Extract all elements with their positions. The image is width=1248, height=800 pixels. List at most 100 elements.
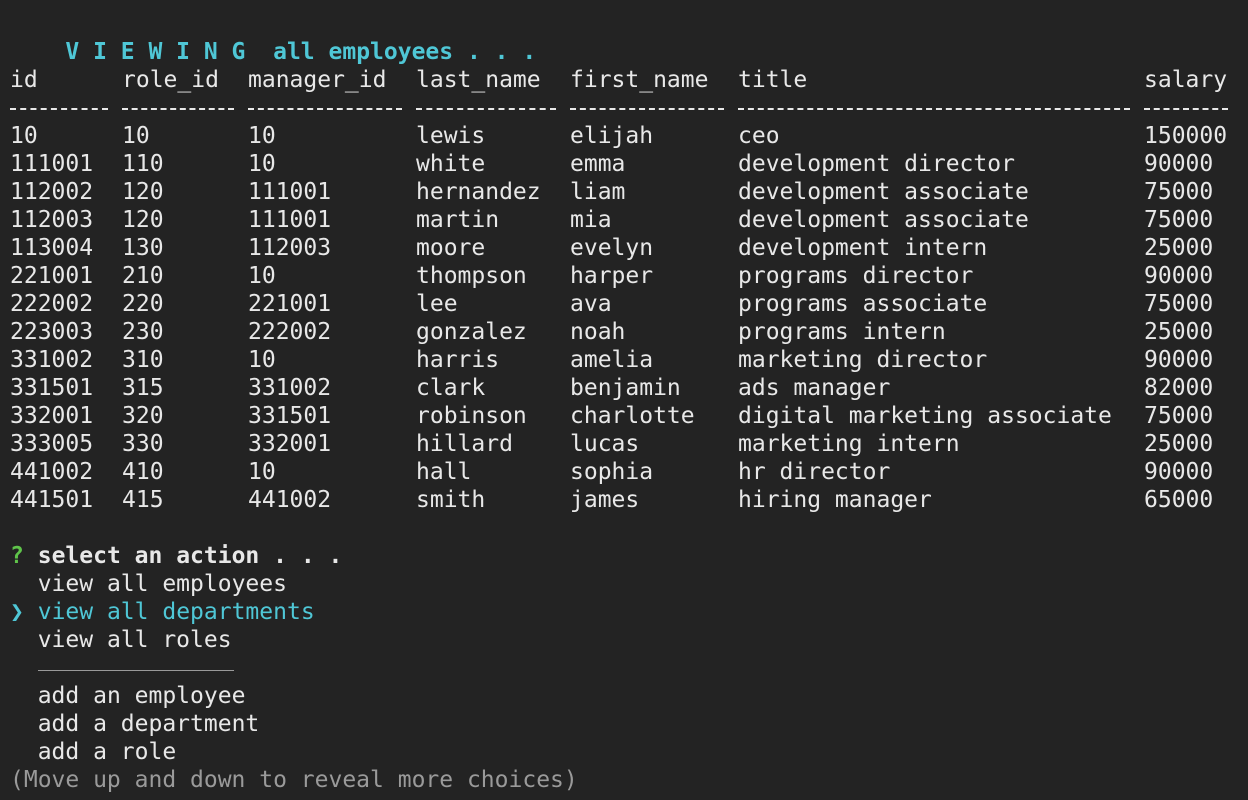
table-row: 112003 120 111001 martin mia development asso… bbox=[10, 206, 1228, 234]
cell-salary: 82000 bbox=[1144, 375, 1214, 401]
cell-id: 10 bbox=[10, 123, 38, 149]
cell-manager-id: 222002 bbox=[248, 319, 332, 345]
cell-last-name: hall bbox=[416, 459, 472, 485]
cell-role-id: 220 bbox=[122, 291, 164, 317]
column-header-last-name: last_name bbox=[416, 67, 541, 93]
menu-item-add-a-department[interactable]: add a department bbox=[10, 710, 578, 738]
column-header-salary: salary bbox=[1144, 67, 1228, 93]
prompt-question: select an action . . . bbox=[37, 543, 343, 569]
cell-salary: 25000 bbox=[1144, 319, 1214, 345]
menu-item-view-all-roles[interactable]: view all roles bbox=[10, 626, 578, 654]
cell-last-name: martin bbox=[416, 207, 500, 233]
menu-item-label: add a role bbox=[37, 739, 177, 765]
cell-last-name: smith bbox=[416, 487, 486, 513]
cell-title: development intern bbox=[738, 235, 988, 261]
table-row: 331002 310 10 harris amelia marketing directo… bbox=[10, 346, 1228, 374]
cell-title: hiring manager bbox=[738, 487, 932, 513]
action-prompt: ? select an action . . . view all employ… bbox=[10, 542, 578, 794]
cell-manager-id: 10 bbox=[248, 347, 276, 373]
cell-manager-id: 221001 bbox=[248, 291, 332, 317]
table-row: 111001 110 10 white emma development director… bbox=[10, 150, 1228, 178]
cell-title: digital marketing associate bbox=[738, 403, 1112, 429]
cell-id: 222002 bbox=[10, 291, 94, 317]
cell-salary: 65000 bbox=[1144, 487, 1214, 513]
cell-title: development associate bbox=[738, 207, 1029, 233]
cell-id: 441501 bbox=[10, 487, 94, 513]
separator-rule bbox=[38, 670, 234, 671]
column-header-manager-id: manager_id bbox=[248, 67, 387, 93]
table-row: 331501 315 331002 clark benjamin ads manager 8… bbox=[10, 374, 1228, 402]
column-divider bbox=[1144, 94, 1228, 110]
cell-title: ads manager bbox=[738, 375, 891, 401]
cell-role-id: 10 bbox=[122, 123, 150, 149]
cell-first-name: harper bbox=[570, 263, 654, 289]
cell-manager-id: 441002 bbox=[248, 487, 332, 513]
cell-first-name: charlotte bbox=[570, 403, 695, 429]
menu-separator bbox=[10, 654, 578, 682]
cell-last-name: moore bbox=[416, 235, 486, 261]
cell-salary: 90000 bbox=[1144, 263, 1214, 289]
cell-first-name: sophia bbox=[570, 459, 654, 485]
menu-item-view-all-departments[interactable]: ❯ view all departments bbox=[10, 598, 578, 626]
viewing-subject: all employees . . . bbox=[273, 39, 537, 65]
column-header-first-name: first_name bbox=[570, 67, 709, 93]
column-header-id: id bbox=[10, 67, 38, 93]
cell-role-id: 130 bbox=[122, 235, 164, 261]
cell-id: 331501 bbox=[10, 375, 94, 401]
column-divider bbox=[248, 94, 402, 110]
cell-id: 331002 bbox=[10, 347, 94, 373]
menu-item-label: add an employee bbox=[37, 683, 246, 709]
table-divider-row bbox=[10, 94, 1228, 122]
cell-role-id: 110 bbox=[122, 151, 164, 177]
menu-item-add-an-employee[interactable]: add an employee bbox=[10, 682, 578, 710]
cell-id: 111001 bbox=[10, 151, 94, 177]
cell-manager-id: 331002 bbox=[248, 375, 332, 401]
cell-salary: 90000 bbox=[1144, 151, 1214, 177]
column-header-title: title bbox=[738, 67, 808, 93]
cell-first-name: lucas bbox=[570, 431, 640, 457]
prompt-question-line: ? select an action . . . bbox=[10, 542, 578, 570]
menu-item-label: add a department bbox=[37, 711, 260, 737]
cell-id: 113004 bbox=[10, 235, 94, 261]
viewing-label: V I E W I N G bbox=[65, 39, 246, 65]
cell-role-id: 310 bbox=[122, 347, 164, 373]
cell-role-id: 120 bbox=[122, 207, 164, 233]
cell-id: 441002 bbox=[10, 459, 94, 485]
cell-manager-id: 10 bbox=[248, 263, 276, 289]
cell-title: programs associate bbox=[738, 291, 988, 317]
cell-id: 112002 bbox=[10, 179, 94, 205]
cell-last-name: clark bbox=[416, 375, 486, 401]
cell-manager-id: 10 bbox=[248, 151, 276, 177]
menu-item-label: view all employees bbox=[37, 571, 287, 597]
cell-last-name: harris bbox=[416, 347, 500, 373]
cell-salary: 75000 bbox=[1144, 403, 1214, 429]
cell-manager-id: 331501 bbox=[248, 403, 332, 429]
cell-first-name: mia bbox=[570, 207, 612, 233]
cell-manager-id: 10 bbox=[248, 123, 276, 149]
cell-id: 221001 bbox=[10, 263, 94, 289]
cell-role-id: 210 bbox=[122, 263, 164, 289]
cell-title: development director bbox=[738, 151, 1015, 177]
cell-salary: 75000 bbox=[1144, 207, 1214, 233]
cell-first-name: amelia bbox=[570, 347, 654, 373]
cell-first-name: liam bbox=[570, 179, 626, 205]
cell-manager-id: 10 bbox=[248, 459, 276, 485]
cell-last-name: white bbox=[416, 151, 486, 177]
cell-salary: 25000 bbox=[1144, 235, 1214, 261]
table-row: 333005 330 332001 hillard lucas marketing int… bbox=[10, 430, 1228, 458]
cell-manager-id: 111001 bbox=[248, 207, 332, 233]
menu-item-view-all-employees[interactable]: view all employees bbox=[10, 570, 578, 598]
cell-salary: 75000 bbox=[1144, 179, 1214, 205]
cell-first-name: evelyn bbox=[570, 235, 654, 261]
cell-first-name: elijah bbox=[570, 123, 654, 149]
column-header-role-id: role_id bbox=[122, 67, 219, 93]
pointer-icon: ❯ bbox=[10, 599, 24, 625]
table-row: 221001 210 10 thompson harper programs direct… bbox=[10, 262, 1228, 290]
table-row: 441501 415 441002 smith james hiring manager 6… bbox=[10, 486, 1228, 514]
column-divider bbox=[416, 94, 556, 110]
navigation-hint: (Move up and down to reveal more choices… bbox=[10, 767, 578, 793]
cell-role-id: 120 bbox=[122, 179, 164, 205]
menu-item-add-a-role[interactable]: add a role bbox=[10, 738, 578, 766]
cell-first-name: james bbox=[570, 487, 640, 513]
cell-title: programs director bbox=[738, 263, 974, 289]
